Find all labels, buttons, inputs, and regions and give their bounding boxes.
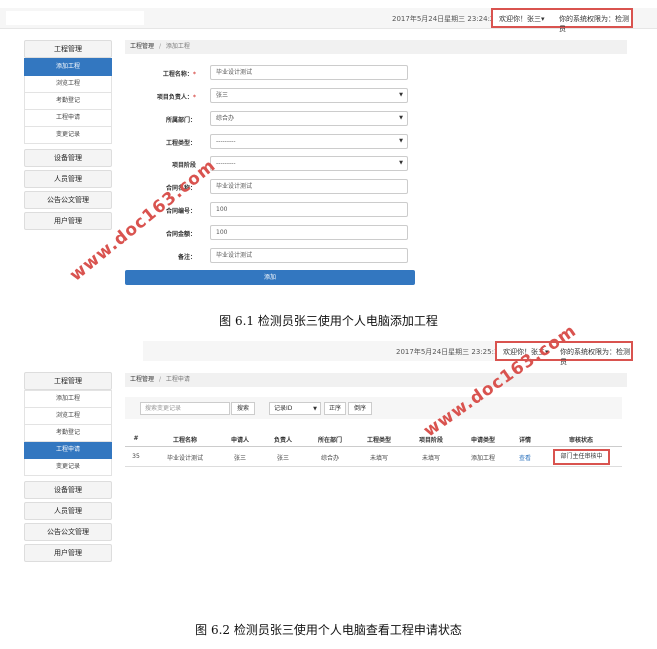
chevron-down-icon: ▼ <box>313 406 317 412</box>
sidebar-group-equipment[interactable]: 设备管理 <box>24 481 112 499</box>
required-mark: * <box>192 94 196 101</box>
table-row-divider <box>125 466 622 467</box>
sidebar-item-attendance[interactable]: 考勤登记 <box>24 425 112 442</box>
col-header-applicant: 申请人 <box>230 437 249 444</box>
cell-department: 综合办 <box>320 455 339 462</box>
chevron-down-icon: ▼ <box>399 138 403 144</box>
datetime: 2017年5月24日星期三 23:24:22 <box>392 15 499 23</box>
cell-application-type: 添加工程 <box>470 455 495 462</box>
cell-project-type: 未填写 <box>369 455 388 462</box>
sidebar-item-change-record[interactable]: 变更记录 <box>24 459 112 476</box>
col-header-department: 所在部门 <box>317 437 342 444</box>
search-button[interactable]: 搜索 <box>231 402 255 415</box>
col-header-leader: 负责人 <box>273 437 292 444</box>
department-label: 所属部门： <box>165 117 196 124</box>
sidebar-group-user[interactable]: 用户管理 <box>24 544 112 562</box>
cell-leader: 张三 <box>276 455 289 462</box>
breadcrumb: 工程管理 / 添加工程 <box>125 40 627 54</box>
ascending-button[interactable]: 正序 <box>324 402 346 415</box>
breadcrumb-root[interactable]: 工程管理 <box>130 376 154 383</box>
project-phase-label: 项目阶段 <box>171 162 196 169</box>
project-name-input[interactable]: 毕业设计测试 <box>210 65 408 80</box>
sidebar-item-browse-project[interactable]: 浏览工程 <box>24 408 112 425</box>
sidebar-group-user[interactable]: 用户管理 <box>24 212 112 230</box>
welcome-menu[interactable]: 欢迎你！张三▾ <box>499 14 545 24</box>
contract-number-input[interactable]: 100 <box>210 202 408 217</box>
col-header-details: 详情 <box>518 437 531 444</box>
breadcrumb-separator: / <box>158 376 161 383</box>
col-header-review-status: 审核状态 <box>568 437 593 444</box>
breadcrumb-separator: / <box>158 43 161 50</box>
logo-area <box>6 11 144 25</box>
datetime-2: 2017年5月24日星期三 23:25:10 <box>396 348 503 356</box>
cell-applicant: 张三 <box>233 455 246 462</box>
sidebar-item-add-project[interactable]: 添加工程 <box>24 58 112 76</box>
sidebar-group-document[interactable]: 公告公文管理 <box>24 523 112 541</box>
permission-text-2: 你的系统权限为：检测员 <box>560 348 630 366</box>
sort-field-select[interactable]: 记录ID ▼ <box>269 402 321 415</box>
sidebar-group-engineering[interactable]: 工程管理 <box>24 372 112 390</box>
cell-id: 35 <box>132 453 140 460</box>
sidebar-group-personnel[interactable]: 人员管理 <box>24 170 112 188</box>
sidebar-group-document[interactable]: 公告公文管理 <box>24 191 112 209</box>
sidebar-item-attendance[interactable]: 考勤登记 <box>24 93 112 110</box>
department-select[interactable]: 综合办 ▼ <box>210 111 408 126</box>
figure-caption-2: 图 6.2 检测员张三使用个人电脑查看工程申请状态 <box>195 623 462 637</box>
permission-text: 你的系统权限为：检测员 <box>559 15 629 33</box>
contract-amount-input[interactable]: 100 <box>210 225 408 240</box>
sidebar-item-add-project[interactable]: 添加工程 <box>24 390 112 408</box>
sidebar-group-personnel[interactable]: 人员管理 <box>24 502 112 520</box>
remark-input[interactable]: 毕业设计测试 <box>210 248 408 263</box>
sidebar-item-change-record[interactable]: 变更记录 <box>24 127 112 144</box>
remark-label: 备注： <box>177 254 196 261</box>
table-header-divider <box>125 446 622 447</box>
col-header-project-type: 工程类型 <box>366 437 391 444</box>
required-mark: * <box>192 71 196 78</box>
sidebar-group-engineering[interactable]: 工程管理 <box>24 40 112 58</box>
add-project-button[interactable]: 添加 <box>125 270 415 285</box>
user-info-box: 欢迎你！张三▾ 你的系统权限为：检测员 <box>491 8 633 33</box>
project-leader-label: 项目负责人：* <box>156 94 196 101</box>
breadcrumb-current: 添加工程 <box>165 43 190 50</box>
contract-name-input[interactable]: 毕业设计测试 <box>210 179 408 194</box>
review-status-badge: 部门主任审核中 <box>553 449 610 465</box>
chevron-down-icon: ▼ <box>399 115 403 121</box>
chevron-down-icon: ▼ <box>399 160 403 166</box>
project-phase-select[interactable]: --------- ▼ <box>210 156 408 171</box>
cell-project-name: 毕业设计测试 <box>166 455 203 462</box>
col-header-application-type: 申请类型 <box>470 437 495 444</box>
project-type-select[interactable]: --------- ▼ <box>210 134 408 149</box>
col-header-project-name: 工程名称 <box>172 437 197 444</box>
breadcrumb-2: 工程管理 / 工程申请 <box>125 373 627 387</box>
sidebar-group-equipment[interactable]: 设备管理 <box>24 149 112 167</box>
project-leader-select[interactable]: 张三 ▼ <box>210 88 408 103</box>
sidebar-item-project-application[interactable]: 工程申请 <box>24 442 112 459</box>
project-type-label: 工程类型： <box>165 140 196 147</box>
breadcrumb-current: 工程申请 <box>165 376 190 383</box>
sidebar: 工程管理 添加工程 浏览工程 考勤登记 工程申请 变更记录 设备管理 人员管理 … <box>24 40 112 233</box>
project-name-label: 工程名称：* <box>162 71 196 78</box>
search-input[interactable]: 搜索变更记录 <box>140 402 230 415</box>
chevron-down-icon: ▼ <box>399 92 403 98</box>
col-header-id: # <box>133 435 139 442</box>
breadcrumb-root[interactable]: 工程管理 <box>130 43 154 50</box>
cell-project-phase: 未填写 <box>421 455 440 462</box>
sidebar-item-browse-project[interactable]: 浏览工程 <box>24 76 112 93</box>
sidebar-item-project-application[interactable]: 工程申请 <box>24 110 112 127</box>
descending-button[interactable]: 倒序 <box>348 402 372 415</box>
view-details-link[interactable]: 查看 <box>511 453 539 462</box>
sidebar-2: 工程管理 添加工程 浏览工程 考勤登记 工程申请 变更记录 设备管理 人员管理 … <box>24 372 112 565</box>
